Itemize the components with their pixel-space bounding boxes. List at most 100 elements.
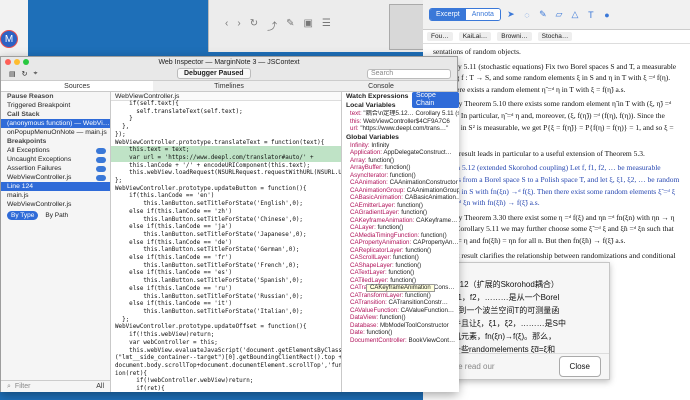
tab-console[interactable]: Console (305, 81, 457, 91)
page-thumbnail[interactable] (389, 4, 427, 50)
navigator-item[interactable]: Assertion Failures (1, 164, 110, 173)
reload-icon[interactable]: ↻ (22, 70, 28, 78)
reload-icon[interactable]: ↻ (250, 18, 258, 33)
variable-row[interactable]: CAAnimation: CAAnimationConstructor (342, 179, 459, 187)
variable-row[interactable]: CAScrollLayer: function() (342, 254, 459, 262)
zoom-window-icon[interactable] (23, 59, 29, 65)
variable-row[interactable]: CAKeyframeAnimation: CAKeyframe… (342, 217, 459, 225)
code-line[interactable]: var url = 'https://www.deepl.com/transla… (115, 155, 341, 163)
book-icon[interactable]: ▣ (303, 18, 312, 33)
pen-icon[interactable]: ✎ (537, 9, 549, 20)
code-line[interactable]: this.lanButton.setTitleForState('Chinese… (115, 217, 341, 225)
color-icon[interactable]: ● (601, 10, 613, 20)
code-line[interactable]: var webController = this; (115, 340, 341, 348)
doc-tab[interactable]: KaiLai… (458, 32, 492, 41)
inspect-element-icon[interactable]: ⌖ (34, 70, 38, 78)
code-line[interactable]: else if(this.lanCode == 'ru') (115, 286, 341, 294)
code-line[interactable]: this.lanButton.setTitleForState('Russian… (115, 294, 341, 302)
code-line[interactable]: if(!webController.webView)return; (115, 378, 341, 386)
compose-icon[interactable]: ✎ (286, 18, 294, 33)
variable-row[interactable]: CATextLayer: function() (342, 269, 459, 277)
menu-icon[interactable]: ☰ (322, 18, 331, 33)
variable-row[interactable]: Infinity: Infinity (342, 142, 459, 150)
code-line[interactable]: if(ret){ (115, 386, 341, 392)
code-line[interactable]: }, (115, 124, 341, 132)
variable-row[interactable]: DataView: function() (342, 314, 459, 322)
variable-row[interactable]: CAMediaTimingFunction: function() (342, 232, 459, 240)
code-line[interactable]: this.lanButton.setTitleForState('Spanish… (115, 278, 341, 286)
code-line[interactable]: WebViewController.prototype.updateOffset… (115, 324, 341, 332)
navigator-item[interactable]: (anonymous function) — WebVi… (1, 119, 110, 128)
code-line[interactable]: else if(this.lanCode == 'de') (115, 240, 341, 248)
breakpoint-toggle-icon[interactable] (96, 156, 106, 163)
code-line[interactable]: ("lmt__side_container--target")[0].getBo… (115, 355, 341, 363)
source-code[interactable]: if(self.text){ self.translateText(self.t… (111, 101, 341, 392)
variable-row[interactable]: CATiledLayer: function() (342, 277, 459, 285)
code-line[interactable]: this.lanButton.setTitleForState('Japanes… (115, 232, 341, 240)
code-line[interactable]: else if(this.lanCode == 'es') (115, 270, 341, 278)
text-tool-icon[interactable]: T (585, 10, 597, 20)
code-line[interactable]: else if(this.lanCode == 'it') (115, 301, 341, 309)
pointer-icon[interactable]: ➤ (505, 9, 517, 20)
code-line[interactable]: } (115, 116, 341, 124)
code-line[interactable]: if(self.text){ (115, 101, 341, 109)
code-line[interactable]: this.lanButton.setTitleForState('Italian… (115, 309, 341, 317)
code-line[interactable]: this.lanButton.setTitleForState('English… (115, 201, 341, 209)
code-line[interactable]: document.body.scrollTop+document.documen… (115, 363, 341, 371)
navigator-item[interactable]: WebViewController.js (1, 200, 110, 209)
pdf-page-text[interactable]: sentations of random objects. Corollary … (423, 44, 690, 273)
variable-row[interactable]: CAShapeLayer: function() (342, 262, 459, 270)
navigator-item[interactable]: All Exceptions (1, 146, 110, 155)
code-line[interactable]: }; (115, 178, 341, 186)
filter-scope-select[interactable]: All (96, 383, 104, 390)
code-line[interactable]: this.text = text; (115, 147, 341, 155)
avatar[interactable]: M (0, 30, 18, 48)
navigator-item[interactable]: Line 124 (1, 182, 110, 191)
navigator-item[interactable]: Triggered Breakpoint (1, 101, 110, 110)
tab-timelines[interactable]: Timelines (153, 81, 305, 91)
by-path-pill[interactable]: By Path (41, 211, 72, 220)
variable-row[interactable]: CAGradientLayer: function() (342, 209, 459, 217)
code-line[interactable]: ion(ret){ (115, 371, 341, 379)
doc-tab[interactable]: Browni… (497, 32, 532, 41)
minimize-window-icon[interactable] (14, 59, 20, 65)
variable-row[interactable]: CATransition: CATransitionConstr… (342, 299, 459, 307)
variable-row[interactable]: text: "耦合\n定理5.12… Corollary 5.11 (st…" (342, 110, 459, 118)
code-line[interactable]: else if(this.lanCode == 'fr') (115, 255, 341, 263)
sidebar-toggle-icon[interactable]: ▤ (9, 70, 16, 78)
back-icon[interactable]: ‹ (225, 18, 228, 33)
variable-row[interactable]: CAAnimationGroup: CAAnimationGroup… (342, 187, 459, 195)
source-file-tab[interactable]: WebViewController.js (111, 92, 341, 101)
close-button[interactable]: Close (558, 356, 601, 377)
variable-row[interactable]: CAValueFunction: CAValueFunction… (342, 307, 459, 315)
variable-row[interactable]: this: WebViewController$4CF9A7C6 (342, 118, 459, 126)
source-editor[interactable]: WebViewController.js if(self.text){ self… (111, 92, 341, 392)
navigator-item[interactable]: onPopupMenuOnNote — main.js (1, 128, 110, 137)
excerpt-tab[interactable]: Excerpt (430, 9, 466, 20)
eraser-icon[interactable]: ▱ (553, 9, 565, 20)
doc-tab[interactable]: Stocha… (537, 32, 573, 41)
code-line[interactable]: if(this.lanCode == 'en') (115, 193, 341, 201)
code-line[interactable]: this.lanButton.setTitleForState('French'… (115, 263, 341, 271)
close-window-icon[interactable] (5, 59, 11, 65)
scope-chain-button[interactable]: Scope Chain (412, 92, 459, 108)
code-line[interactable]: else if(this.lanCode == 'ja') (115, 224, 341, 232)
shapes-icon[interactable]: △ (569, 9, 581, 20)
code-line[interactable]: }; (115, 317, 341, 325)
share-icon[interactable]: ⤴ (267, 18, 277, 33)
navigator-item[interactable]: main.js (1, 191, 110, 200)
variable-row[interactable]: DocumentController: BookViewCont… (342, 337, 459, 345)
navigator-item[interactable]: WebViewController.js (1, 173, 110, 182)
variable-row[interactable]: Application: AppDelegateConstruct… (342, 149, 459, 157)
navigator-item[interactable]: Uncaught Exceptions (1, 155, 110, 164)
code-line[interactable]: WebViewController.prototype.translateTex… (115, 140, 341, 148)
variable-row[interactable]: CAEmitterLayer: function() (342, 202, 459, 210)
lasso-icon[interactable]: ◌ (521, 10, 533, 20)
annotate-tab[interactable]: Annota (465, 9, 500, 20)
forward-icon[interactable]: › (237, 18, 240, 33)
by-type-pill[interactable]: By Type (7, 211, 39, 220)
variable-row[interactable]: CATransformLayer: function() (342, 292, 459, 300)
variable-row[interactable]: CAPropertyAnimation: CAPropertyAn… (342, 239, 459, 247)
search-input[interactable]: Search (367, 69, 451, 79)
code-line[interactable]: this.webView.loadRequest(NSURLRequest.re… (115, 170, 341, 178)
